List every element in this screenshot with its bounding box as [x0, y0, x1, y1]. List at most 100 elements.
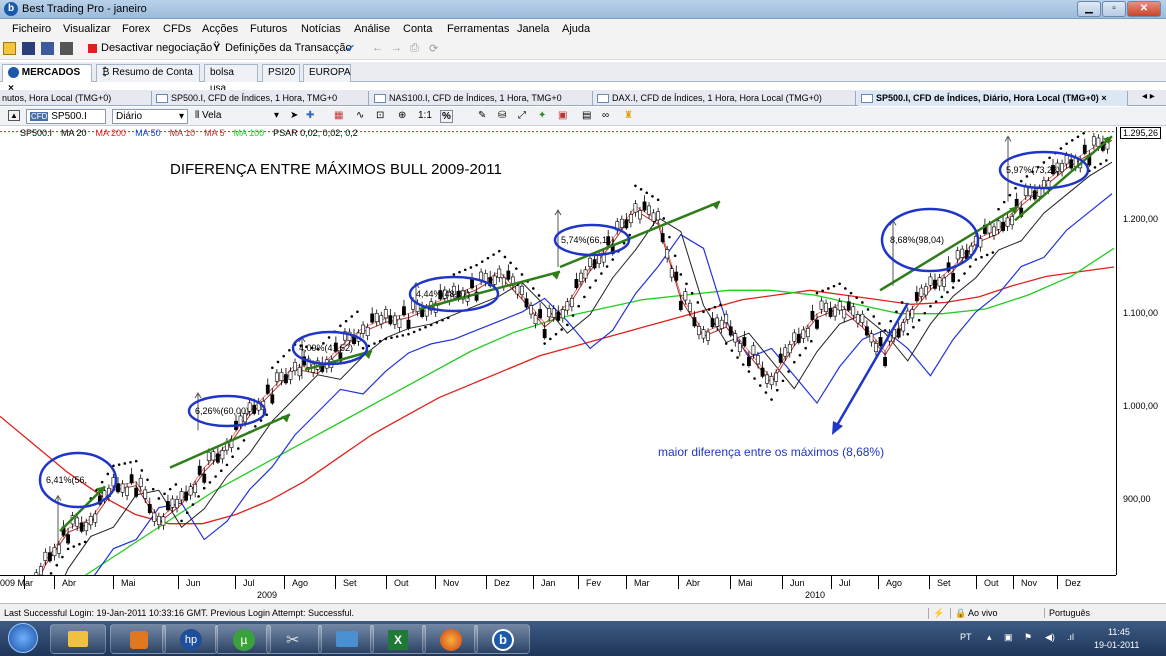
- psar-dot: [645, 191, 649, 195]
- tab-account-summary[interactable]: ₿ Resumo de Conta: [96, 64, 200, 82]
- signal-icon[interactable]: .ıl: [1067, 632, 1074, 642]
- clock-time[interactable]: 11:45: [1108, 627, 1130, 637]
- tab-bolsa-usa[interactable]: bolsa usa: [204, 64, 258, 94]
- tab-psi20[interactable]: PSI20: [262, 64, 300, 82]
- period-select[interactable]: Diário ▾: [112, 109, 188, 124]
- save-as-icon[interactable]: [41, 42, 54, 55]
- layers-icon[interactable]: ▣: [558, 110, 567, 121]
- chart-tab-3[interactable]: DAX.I, CFD de Índices, 1 Hora, Hora Loca…: [594, 91, 856, 106]
- x-tick-label: Jan: [541, 578, 556, 588]
- style-select[interactable]: ⫴ Vela ▾: [192, 109, 282, 124]
- transaction-settings-button[interactable]: Definições da Transacção: [225, 42, 352, 54]
- symbol-select[interactable]: CFD SP500.I: [26, 109, 106, 124]
- refresh-icon[interactable]: ⟳: [429, 42, 438, 55]
- hp-taskbar-button[interactable]: hp: [162, 624, 218, 654]
- flag-icon[interactable]: ⚑: [1024, 632, 1032, 643]
- wizard-icon[interactable]: ✦: [538, 110, 546, 121]
- candle: [179, 491, 184, 501]
- chart-icon: [597, 94, 609, 103]
- template-icon[interactable]: ⛁: [498, 110, 506, 121]
- chart-tab-2[interactable]: NAS100.I, CFD de Índices, 1 Hora, TMG+0: [371, 91, 593, 106]
- tab-scroll-arrows-icon[interactable]: ◂ ▸: [1142, 91, 1155, 102]
- symbol-value: SP500.I: [51, 111, 87, 122]
- x-tick-label: Out: [394, 578, 409, 588]
- menu-4[interactable]: Acções: [202, 23, 238, 35]
- menu-3[interactable]: CFDs: [163, 23, 191, 35]
- chart-tab-0[interactable]: nutos, Hora Local (TMG+0): [0, 91, 152, 106]
- print-small-icon[interactable]: ⎙: [410, 42, 419, 55]
- text-icon[interactable]: ⊡: [376, 110, 384, 121]
- psar-dot: [861, 301, 864, 304]
- candle: [374, 312, 379, 322]
- percent-icon[interactable]: %: [440, 110, 453, 123]
- draw-icon[interactable]: ✎: [478, 110, 486, 121]
- excel-taskbar-button[interactable]: X: [370, 624, 426, 654]
- psar-dot: [827, 287, 830, 290]
- close-button[interactable]: ✕: [1127, 1, 1161, 17]
- tab-europa[interactable]: EUROPA: [303, 64, 351, 82]
- check-icon[interactable]: ✔: [346, 42, 355, 55]
- menu-5[interactable]: Futuros: [250, 23, 287, 35]
- save-icon[interactable]: [22, 42, 35, 55]
- resize-icon[interactable]: ⤢: [518, 110, 526, 121]
- firefox-taskbar-button[interactable]: [422, 624, 478, 654]
- connection-icon: ⚡: [928, 608, 944, 619]
- open-folder-icon[interactable]: [3, 42, 16, 55]
- candle: [774, 372, 779, 382]
- trading-taskbar-button[interactable]: b: [474, 624, 530, 654]
- menu-6[interactable]: Notícias: [301, 23, 341, 35]
- utorrent-taskbar-button[interactable]: µ: [215, 624, 271, 654]
- clock-date[interactable]: 19-01-2011: [1094, 640, 1139, 650]
- back-icon[interactable]: ←: [372, 42, 383, 54]
- close-tab-icon[interactable]: ×: [1101, 93, 1106, 103]
- tray-arrow-icon[interactable]: ▴: [987, 632, 992, 643]
- alert-icon[interactable]: ♜: [624, 110, 633, 121]
- x-tick-mark: [235, 576, 236, 589]
- legend-item: MA 200: [95, 128, 127, 138]
- candle: [810, 310, 815, 320]
- chart-tab-1[interactable]: SP500.I, CFD de Índices, 1 Hora, TMG+0: [153, 91, 369, 106]
- indicator-icon[interactable]: ▦: [334, 110, 343, 121]
- chart-tab-4[interactable]: SP500.I, CFD de Índices, Diário, Hora Lo…: [858, 91, 1128, 106]
- menu-2[interactable]: Forex: [122, 23, 150, 35]
- deactivate-trading-button[interactable]: Desactivar negociação: [101, 42, 212, 54]
- explorer-taskbar-button[interactable]: [50, 624, 106, 654]
- psar-dot: [758, 384, 762, 387]
- wave-icon[interactable]: ∿: [356, 110, 364, 121]
- psar-dot: [707, 308, 711, 311]
- price-chart[interactable]: 6,41%(56, 6,26%(60,00) 4,09%(41,52) 4,44%(4…: [0, 127, 1116, 575]
- psar-dot: [509, 261, 512, 265]
- candle: [270, 394, 275, 404]
- menu-7[interactable]: Análise: [354, 23, 390, 35]
- menu-9[interactable]: Ferramentas: [447, 23, 509, 35]
- candle: [1064, 155, 1069, 165]
- menu-1[interactable]: Visualizar: [63, 23, 111, 35]
- volume-icon[interactable]: ◀): [1045, 632, 1055, 643]
- cursor-icon[interactable]: ➤: [290, 110, 298, 121]
- start-button[interactable]: [8, 623, 38, 653]
- network-taskbar-button[interactable]: [318, 624, 374, 654]
- print-icon[interactable]: [60, 42, 73, 55]
- tools-taskbar-button[interactable]: ✂: [266, 624, 322, 654]
- zoom-in-icon[interactable]: ⊕: [398, 110, 406, 121]
- menu-11[interactable]: Ajuda: [562, 23, 590, 35]
- minimize-button[interactable]: ▁: [1077, 1, 1101, 17]
- save-chart-icon[interactable]: ▤: [582, 110, 591, 121]
- language-indicator[interactable]: PT: [960, 632, 972, 642]
- tab-markets[interactable]: MERCADOS ×: [2, 64, 92, 94]
- menu-8[interactable]: Conta: [403, 23, 432, 35]
- crosshair-icon[interactable]: ✚: [306, 110, 314, 121]
- menu-0[interactable]: Ficheiro: [12, 23, 51, 35]
- candle: [156, 516, 161, 526]
- media-taskbar-button[interactable]: [110, 624, 166, 654]
- tray-app-icon[interactable]: ▣: [1004, 632, 1013, 643]
- menu-10[interactable]: Janela: [517, 23, 549, 35]
- maximize-button[interactable]: ▫: [1102, 1, 1126, 17]
- link-icon[interactable]: ∞: [602, 110, 609, 121]
- candle: [501, 277, 506, 287]
- forward-icon[interactable]: →: [391, 42, 402, 54]
- collapse-icon[interactable]: ▲: [8, 110, 20, 121]
- candle: [252, 404, 257, 414]
- psar-dot: [458, 270, 461, 274]
- zoom-1-1-icon[interactable]: 1:1: [418, 110, 432, 121]
